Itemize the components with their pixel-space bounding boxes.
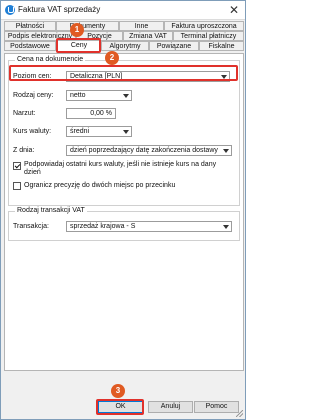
dialog-window: Faktura VAT sprzedaży ✕ Płatności Dokume… xyxy=(0,0,246,420)
rodzaj-ceny-select[interactable]: netto xyxy=(66,90,132,101)
app-icon xyxy=(5,5,15,15)
help-button[interactable]: Pomoc xyxy=(194,401,239,413)
chevron-down-icon xyxy=(123,94,129,98)
narzut-label: Narzut: xyxy=(13,110,36,117)
chevron-down-icon xyxy=(123,130,129,134)
price-group-title: Cena na dokumencie xyxy=(15,56,86,63)
rodzaj-ceny-label: Rodzaj ceny: xyxy=(13,92,54,99)
step-marker-2: 2 xyxy=(105,51,119,65)
tab-inne[interactable]: Inne xyxy=(119,21,164,31)
ok-button-highlight xyxy=(96,399,144,415)
narzut-input[interactable]: 0,00 % xyxy=(66,108,116,119)
z-dnia-select[interactable]: dzień poprzedzający datę zakończenia dos… xyxy=(66,145,232,156)
transakcja-label: Transakcja: xyxy=(13,223,49,230)
precision-checkbox[interactable] xyxy=(13,182,21,190)
step-marker-1: 1 xyxy=(70,23,84,37)
tab-fiskalne[interactable]: Fiskalne xyxy=(199,41,244,51)
transakcja-value: sprzedaż krajowa - S xyxy=(70,223,136,230)
tab-zmiana-vat[interactable]: Zmiana VAT xyxy=(123,31,173,41)
tab-faktura-uproszczona[interactable]: Faktura uproszczona xyxy=(164,21,244,31)
resize-grip[interactable] xyxy=(236,410,243,417)
last-rate-label: Podpowiadaj ostatni kurs waluty, jeśli n… xyxy=(24,161,217,176)
kurs-waluty-label: Kurs waluty: xyxy=(13,128,52,135)
step-marker-3: 3 xyxy=(111,384,125,398)
last-rate-checkbox[interactable] xyxy=(13,162,21,170)
tab-algorytmy[interactable]: Algorytmy xyxy=(101,41,149,51)
price-group: Cena na dokumencie Poziom cen: Detaliczn… xyxy=(8,56,240,206)
z-dnia-label: Z dnia: xyxy=(13,147,35,154)
poziom-cen-highlight xyxy=(9,65,238,81)
ceny-tab-page: Cena na dokumencie Poziom cen: Detaliczn… xyxy=(4,53,244,371)
rodzaj-ceny-value: netto xyxy=(70,92,86,99)
tab-terminal-platniczy[interactable]: Terminal płatniczy xyxy=(173,31,244,41)
cancel-button[interactable]: Anuluj xyxy=(148,401,193,413)
precision-label: Ogranicz precyzję do dwóch miejsc po prz… xyxy=(24,182,176,189)
tab-platnosci[interactable]: Płatności xyxy=(4,21,56,31)
transaction-group: Rodzaj transakcji VAT Transakcja: sprzed… xyxy=(8,207,240,241)
close-icon[interactable]: ✕ xyxy=(226,2,242,18)
chevron-down-icon xyxy=(223,225,229,229)
transakcja-select[interactable]: sprzedaż krajowa - S xyxy=(66,221,232,232)
title-bar: Faktura VAT sprzedaży ✕ xyxy=(1,1,245,20)
kurs-waluty-value: średni xyxy=(70,128,90,135)
chevron-down-icon xyxy=(223,149,229,153)
tab-podstawowe[interactable]: Podstawowe xyxy=(4,41,56,51)
tab-dokumenty[interactable]: Dokumenty xyxy=(56,21,119,31)
ceny-tab-highlight xyxy=(56,38,101,53)
kurs-waluty-select[interactable]: średni xyxy=(66,126,132,137)
transaction-group-title: Rodzaj transakcji VAT xyxy=(15,207,87,214)
z-dnia-value: dzień poprzedzający datę zakończenia dos… xyxy=(70,147,218,154)
tab-powiazane[interactable]: Powiązane xyxy=(149,41,199,51)
window-title: Faktura VAT sprzedaży xyxy=(18,5,101,14)
